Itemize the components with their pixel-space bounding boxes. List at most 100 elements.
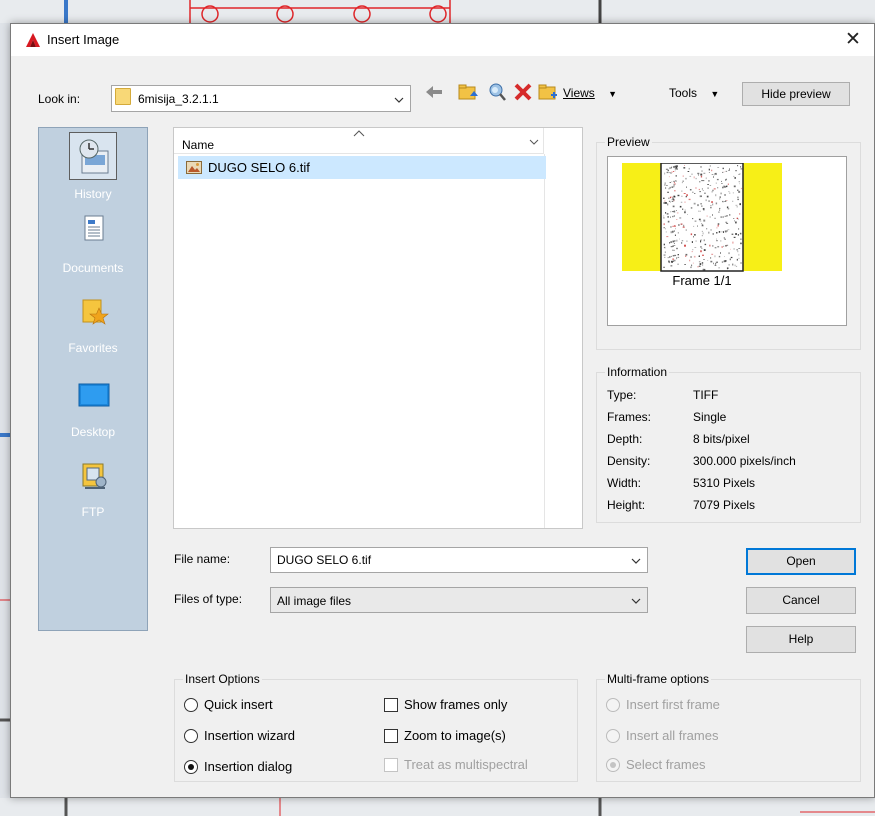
back-arrow-icon[interactable] [424, 82, 444, 102]
views-dropdown-arrow-icon: ▼ [608, 89, 618, 99]
file-type-value: All image files [277, 594, 352, 608]
insert-options-title: Insert Options [183, 672, 262, 686]
info-row-height: Height: 7079 Pixels [607, 498, 755, 512]
radio-label: Quick insert [204, 697, 273, 712]
autocad-logo-icon [26, 33, 40, 47]
preview-pane: Frame 1/1 [607, 156, 847, 326]
file-name-text: DUGO SELO 6.tif [208, 160, 310, 175]
file-name-input[interactable]: DUGO SELO 6.tif [270, 547, 648, 573]
info-key: Height: [607, 498, 646, 512]
preview-title: Preview [605, 135, 652, 149]
preview-group: Preview Frame 1/1 [596, 135, 861, 350]
radio-indicator [184, 760, 198, 774]
sort-ascending-icon [353, 130, 365, 137]
info-key: Frames: [607, 410, 652, 424]
checkbox-indicator [384, 698, 398, 712]
history-icon [69, 132, 117, 180]
documents-icon [69, 214, 117, 254]
views-label: Views [563, 86, 595, 100]
places-bar: History Documents Favorites Desktop FTP [38, 127, 148, 631]
insert-image-dialog: Insert Image ✕ Look in: 6misija_3.2.1.1 … [10, 23, 875, 798]
information-group: Information Type: TIFF Frames: Single Dept… [596, 365, 861, 523]
checkbox-indicator [384, 758, 398, 772]
place-label: Documents [62, 261, 124, 275]
delete-icon[interactable] [513, 82, 533, 102]
search-web-icon[interactable] [487, 82, 507, 102]
radio-label: Insert first frame [626, 697, 720, 712]
info-row-depth: Depth: 8 bits/pixel [607, 432, 750, 446]
radio-label: Insert all frames [626, 728, 719, 743]
preview-thumbnail [622, 163, 782, 272]
look-in-label: Look in: [38, 92, 81, 106]
ftp-icon [69, 458, 117, 498]
column-dropdown-icon[interactable] [529, 138, 539, 146]
info-key: Density: [607, 454, 651, 468]
dialog-title: Insert Image [47, 32, 120, 47]
radio-indicator [606, 758, 620, 772]
file-type-label: Files of type: [174, 592, 243, 606]
chevron-down-icon [394, 97, 404, 103]
info-value: 7079 Pixels [693, 498, 756, 512]
multi-frame-title: Multi-frame options [605, 672, 712, 686]
up-folder-icon[interactable] [458, 82, 478, 102]
info-value: Single [693, 410, 727, 424]
hide-preview-button[interactable]: Hide preview [742, 82, 850, 106]
frame-label: Frame 1/1 [672, 273, 732, 288]
look-in-value: 6misija_3.2.1.1 [138, 92, 219, 106]
radio-label: Insertion wizard [204, 728, 296, 743]
radio-indicator [184, 698, 198, 712]
new-folder-icon[interactable] [538, 82, 558, 102]
place-desktop[interactable]: Desktop [39, 378, 147, 439]
radio-label: Select frames [626, 757, 706, 772]
title-bar: Insert Image ✕ [11, 24, 874, 56]
image-file-icon [186, 161, 202, 174]
information-title: Information [605, 365, 670, 379]
folder-icon [115, 88, 131, 105]
file-name-value: DUGO SELO 6.tif [277, 553, 372, 567]
info-key: Type: [607, 388, 637, 402]
file-row[interactable]: DUGO SELO 6.tif [178, 156, 546, 179]
info-key: Width: [607, 476, 642, 490]
close-button[interactable]: ✕ [838, 26, 868, 54]
info-value: 300.000 pixels/inch [693, 454, 796, 468]
tools-label: Tools [669, 86, 698, 100]
checkbox-indicator [384, 729, 398, 743]
radio-label: Insertion dialog [204, 759, 293, 774]
info-row-width: Width: 5310 Pixels [607, 476, 755, 490]
place-history[interactable]: History [39, 132, 147, 201]
column-divider [544, 154, 545, 528]
place-documents[interactable]: Documents [39, 214, 147, 275]
place-label: Desktop [70, 425, 116, 439]
info-row-density: Density: 300.000 pixels/inch [607, 454, 796, 468]
desktop-icon [69, 378, 117, 418]
cancel-button[interactable]: Cancel [746, 587, 856, 614]
insert-options-group: Insert Options Quick insert Insertion wi… [174, 672, 578, 782]
info-value: 8 bits/pixel [693, 432, 750, 446]
info-value: 5310 Pixels [693, 476, 756, 490]
place-label: FTP [81, 505, 105, 519]
info-row-type: Type: TIFF [607, 388, 718, 402]
checkbox-label: Treat as multispectral [404, 757, 528, 772]
tools-menu[interactable]: Tools ▼ [669, 86, 719, 100]
radio-indicator [606, 729, 620, 743]
info-value: TIFF [693, 388, 719, 402]
place-label: Favorites [68, 341, 118, 355]
place-favorites[interactable]: Favorites [39, 294, 147, 355]
file-list[interactable]: Name DUGO SELO 6.tif [173, 127, 583, 529]
place-label: History [74, 187, 112, 201]
views-menu[interactable]: Views ▼ [563, 86, 617, 100]
radio-indicator [606, 698, 620, 712]
help-button[interactable]: Help [746, 626, 856, 653]
column-name-label: Name [182, 138, 215, 152]
file-type-dropdown[interactable]: All image files [270, 587, 648, 613]
open-button[interactable]: Open [746, 548, 856, 575]
info-row-frames: Frames: Single [607, 410, 726, 424]
place-ftp[interactable]: FTP [39, 458, 147, 519]
look-in-dropdown[interactable]: 6misija_3.2.1.1 [111, 85, 411, 112]
checkbox-label: Zoom to image(s) [404, 728, 506, 743]
column-header-name[interactable]: Name [174, 128, 544, 154]
chevron-down-icon[interactable] [631, 554, 641, 568]
file-name-label: File name: [174, 552, 231, 566]
tools-dropdown-arrow-icon: ▼ [710, 89, 720, 99]
favorites-icon [69, 294, 117, 334]
